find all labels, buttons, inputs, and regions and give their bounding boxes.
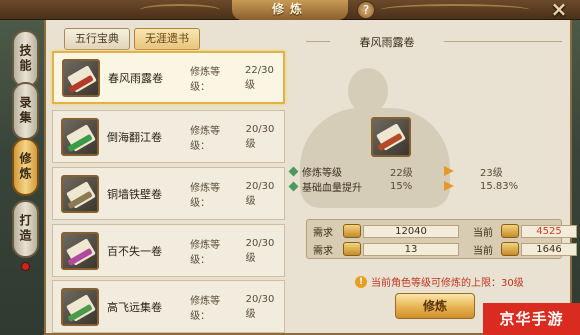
cultivation-token-icon	[501, 224, 519, 238]
list-item[interactable]: 百不失一卷 修炼等级： 20/30级	[52, 224, 285, 277]
stat-row-level: 修炼等级 22级 23级	[288, 164, 503, 179]
side-tab-skills[interactable]: 技能	[12, 30, 39, 88]
cultivate-button[interactable]: 修炼	[395, 293, 475, 319]
item-name: 百不失一卷	[107, 244, 162, 258]
warning-icon: !	[355, 275, 367, 288]
requirement-box: 需求 12040 当前 4525 需求 13 当前 1646	[306, 219, 577, 259]
tab-wuxing-baodian[interactable]: 五行宝典	[64, 28, 130, 50]
req-current: 1646	[521, 242, 577, 256]
req-label: 需求	[313, 227, 333, 239]
title-bar: 修炼 ? ×	[0, 0, 580, 20]
item-level-label: 修炼等级：	[190, 125, 221, 152]
warning-text: 当前角色等级可修炼的上限：30级	[371, 278, 524, 289]
selected-scroll-icon	[371, 117, 411, 157]
scroll-icon	[61, 117, 99, 156]
scroll-icon	[61, 287, 99, 326]
list-item[interactable]: 高飞远集卷 修炼等级： 20/30级	[52, 280, 285, 333]
scroll-icon	[61, 174, 99, 213]
stat-to: 15.83%	[480, 180, 519, 192]
stat-from: 15%	[390, 180, 413, 192]
arrow-right-icon	[444, 181, 454, 191]
item-level-label: 修炼等级：	[190, 66, 221, 93]
level-cap-warning: ! 当前角色等级可修炼的上限：30级	[355, 274, 524, 289]
req-label: 需求	[313, 245, 333, 257]
item-level-value: 20/30级	[245, 237, 275, 264]
req-amount: 13	[363, 242, 459, 256]
detail-title: 春风雨露卷	[359, 36, 415, 49]
title-ornament-left	[140, 4, 220, 16]
req-current-label: 当前	[473, 245, 493, 257]
item-level-value: 20/30级	[245, 293, 275, 320]
stat-label: 修炼等级	[302, 167, 342, 179]
item-level-value: 20/30级	[245, 123, 275, 150]
title-divider-right	[444, 41, 562, 42]
stat-label: 基础血量提升	[302, 182, 362, 194]
help-button[interactable]: ?	[357, 1, 375, 19]
item-level-label: 修炼等级：	[190, 295, 221, 322]
item-level-value: 20/30级	[245, 180, 275, 207]
requirement-row: 需求 13 当前 1646	[313, 241, 577, 257]
req-current: 4525	[521, 224, 577, 238]
title-ornament-right	[380, 4, 530, 16]
side-tab-cultivate[interactable]: 修炼	[12, 138, 39, 196]
close-button[interactable]: ×	[547, 0, 571, 20]
item-name: 铜墙铁壁卷	[107, 187, 162, 201]
req-amount: 12040	[363, 224, 459, 238]
scroll-icon	[61, 231, 99, 270]
item-name: 倒海翻江卷	[107, 130, 162, 144]
cultivation-scroll-icon	[501, 242, 519, 256]
arrow-right-icon	[444, 166, 454, 176]
req-current-label: 当前	[473, 227, 493, 239]
side-tab-forge[interactable]: 打造	[12, 200, 39, 258]
diamond-icon	[288, 181, 299, 191]
meditation-figure-head	[348, 68, 388, 114]
stat-from: 22级	[390, 167, 413, 179]
side-tab-collection[interactable]: 录集	[12, 82, 39, 140]
tab-wuya-yishu[interactable]: 无涯遗书	[134, 28, 200, 50]
side-tab-tassel-icon	[21, 262, 30, 271]
diamond-icon	[288, 166, 299, 176]
list-item[interactable]: 铜墙铁壁卷 修炼等级： 20/30级	[52, 167, 285, 220]
list-item[interactable]: 春风雨露卷 修炼等级： 22/30级	[52, 51, 285, 104]
scroll-icon	[62, 58, 100, 97]
item-name: 高飞远集卷	[107, 300, 162, 314]
list-item[interactable]: 倒海翻江卷 修炼等级： 20/30级	[52, 110, 285, 163]
item-level-label: 修炼等级：	[190, 239, 221, 266]
item-level-label: 修炼等级：	[190, 182, 221, 209]
title-divider-left	[306, 41, 330, 42]
item-name: 春风雨露卷	[108, 71, 163, 85]
stat-row-hp: 基础血量提升 15% 15.83%	[288, 179, 519, 194]
cultivation-token-icon	[343, 224, 361, 238]
site-watermark: 京华手游	[483, 303, 580, 335]
requirement-row: 需求 12040 当前 4525	[313, 223, 577, 239]
window-title: 修炼	[232, 0, 348, 20]
stat-to: 23级	[480, 167, 503, 179]
item-level-value: 22/30级	[245, 64, 274, 91]
cultivation-scroll-icon	[343, 242, 361, 256]
